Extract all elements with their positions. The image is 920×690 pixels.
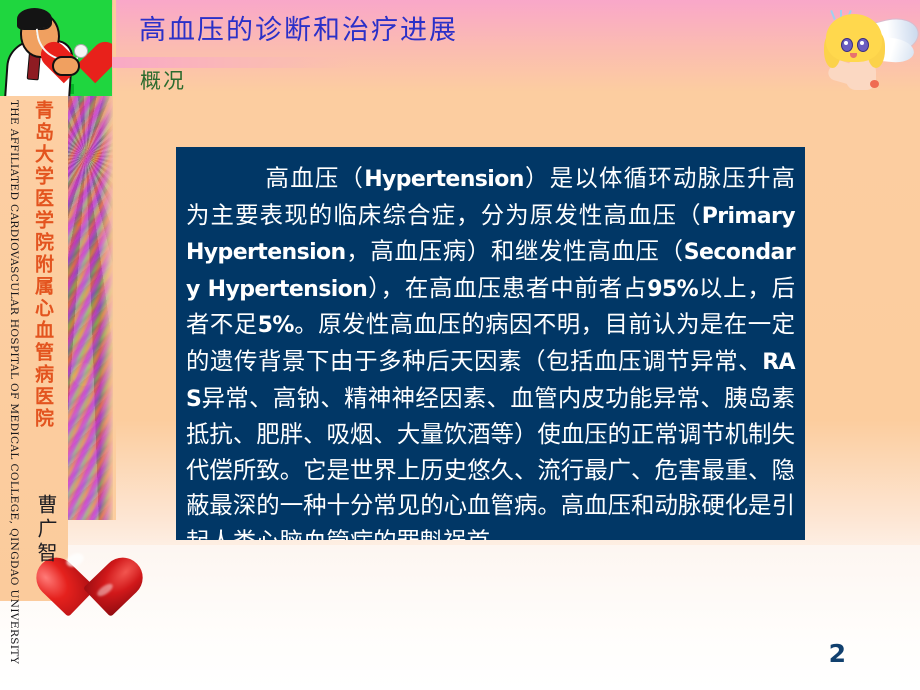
cherub-foot-accent — [870, 80, 879, 88]
content-text-run: 异常、高钠、精神神经因素、血管内皮功能异常、胰岛素抵抗、肥胖、吸烟、大量饮酒等）… — [186, 383, 795, 540]
content-term-emphasis: Hypertension — [364, 167, 524, 192]
content-text-run: 高血压（ — [265, 164, 365, 192]
author-name: 曹广智 — [34, 494, 58, 566]
doctor-heart-clipart-icon — [0, 0, 112, 96]
content-term-emphasis: 95% — [647, 276, 699, 302]
slide-canvas: 高血压的诊断和治疗进展 概况 THE AFFILIATED CARDIOVASC… — [0, 0, 920, 690]
cherub-eye-right — [857, 38, 869, 52]
red-heart-icon — [28, 546, 151, 618]
content-term-emphasis: 5% — [257, 313, 295, 339]
slide-subtitle: 概况 — [140, 69, 186, 93]
content-text-box: 高血压（Hypertension）是以体循环动脉压升高为主要表现的临床综合症，分… — [176, 147, 805, 540]
content-text-run: ，高血压病）和继发性高血压（ — [345, 237, 684, 266]
organization-name-cn: 青岛大学医学院附属心血管病医院 — [32, 100, 54, 430]
page-title: 高血压的诊断和治疗进展 — [139, 15, 458, 46]
stethoscope-disc-icon — [74, 44, 88, 58]
organization-name-en: THE AFFILIATED CARDIOVASCULAR HOSPITAL O… — [8, 100, 20, 665]
page-number: 2 — [828, 639, 846, 668]
doctor-hand-shape — [52, 56, 80, 76]
content-text-run: ），在高血压患者中前者占 — [367, 273, 648, 302]
content-paragraph: 高血压（Hypertension）是以体循环动脉压升高为主要表现的临床综合症，分… — [186, 161, 796, 540]
cherub-angel-clipart-icon — [812, 6, 920, 100]
cherub-eye-left — [841, 38, 853, 52]
